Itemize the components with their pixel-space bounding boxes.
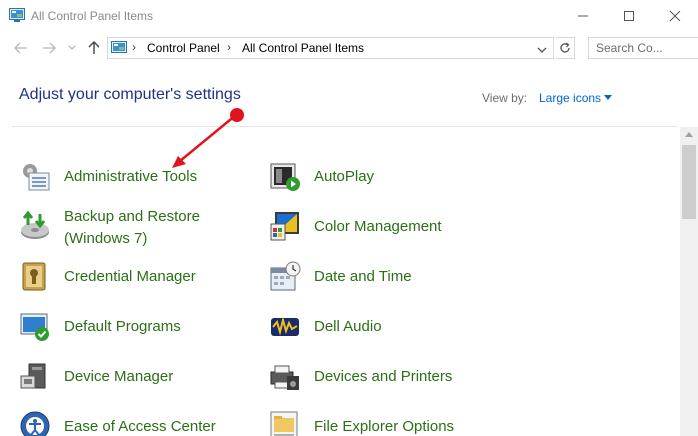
default-programs-icon bbox=[20, 313, 49, 341]
item-label[interactable]: Ease of Access Center bbox=[64, 416, 216, 436]
item-label[interactable]: AutoPlay bbox=[314, 166, 374, 187]
item-label[interactable]: Default Programs bbox=[64, 316, 181, 337]
devices-printers-icon bbox=[270, 365, 299, 390]
item-label[interactable]: Device Manager bbox=[64, 366, 173, 387]
ease-of-access-icon bbox=[20, 411, 50, 436]
breadcrumb-control-panel[interactable]: Control Panel bbox=[147, 41, 220, 55]
color-management-icon bbox=[270, 212, 299, 241]
back-button[interactable] bbox=[12, 39, 30, 57]
credential-manager-icon bbox=[22, 262, 46, 291]
scrollbar-thumb[interactable] bbox=[682, 145, 696, 219]
backup-restore-icon bbox=[21, 210, 49, 239]
refresh-button[interactable] bbox=[556, 37, 575, 59]
vertical-scrollbar[interactable] bbox=[680, 127, 698, 436]
divider bbox=[12, 126, 678, 127]
breadcrumb-separator: › bbox=[227, 40, 231, 54]
maximize-button[interactable] bbox=[606, 0, 652, 31]
scroll-up-icon[interactable] bbox=[685, 132, 693, 137]
forward-button[interactable] bbox=[40, 39, 58, 57]
search-input[interactable]: Search Co... bbox=[588, 37, 698, 59]
address-dropdown-button[interactable] bbox=[536, 42, 550, 54]
date-time-icon bbox=[270, 261, 301, 291]
chevron-down-icon bbox=[537, 47, 547, 53]
view-by-dropdown[interactable]: Large icons bbox=[539, 91, 601, 105]
autoplay-icon bbox=[270, 163, 300, 191]
maximize-icon bbox=[624, 10, 634, 21]
caret-down-icon[interactable] bbox=[604, 95, 612, 100]
item-label[interactable]: Dell Audio bbox=[314, 316, 382, 337]
refresh-icon bbox=[560, 42, 570, 53]
control-panel-icon bbox=[9, 8, 25, 22]
minimize-button[interactable] bbox=[560, 0, 606, 31]
item-label[interactable]: File Explorer Options bbox=[314, 416, 454, 436]
recent-locations-button[interactable] bbox=[63, 39, 81, 57]
item-label[interactable]: Credential Manager bbox=[64, 266, 196, 287]
forward-arrow-icon bbox=[43, 42, 56, 54]
up-button[interactable] bbox=[85, 39, 103, 57]
title-bar: All Control Panel Items bbox=[0, 0, 698, 31]
up-arrow-icon bbox=[88, 41, 100, 54]
administrative-tools-icon bbox=[23, 164, 50, 191]
item-label[interactable]: Devices and Printers bbox=[314, 366, 452, 387]
item-label-line2[interactable]: (Windows 7) bbox=[64, 228, 147, 249]
page-title: Adjust your computer's settings bbox=[19, 86, 241, 103]
minimize-icon bbox=[578, 15, 588, 16]
window-title: All Control Panel Items bbox=[31, 9, 154, 23]
item-label[interactable]: Backup and Restore bbox=[64, 206, 200, 227]
file-explorer-options-icon bbox=[270, 411, 298, 436]
close-button[interactable] bbox=[652, 0, 698, 31]
item-label[interactable]: Administrative Tools bbox=[64, 166, 197, 187]
control-panel-icon bbox=[111, 41, 127, 53]
breadcrumb-all-items[interactable]: All Control Panel Items bbox=[242, 41, 364, 55]
item-label[interactable]: Date and Time bbox=[314, 266, 412, 287]
search-placeholder: Search Co... bbox=[596, 41, 663, 55]
item-label[interactable]: Color Management bbox=[314, 216, 442, 237]
breadcrumb-separator: › bbox=[132, 40, 136, 54]
device-manager-icon bbox=[20, 363, 46, 389]
dell-audio-icon bbox=[271, 316, 299, 336]
address-bar[interactable]: › Control Panel › All Control Panel Item… bbox=[107, 37, 554, 59]
view-by-label: View by: bbox=[482, 91, 528, 105]
close-icon bbox=[669, 10, 681, 21]
back-arrow-icon bbox=[14, 42, 27, 54]
chevron-down-icon bbox=[68, 45, 76, 50]
